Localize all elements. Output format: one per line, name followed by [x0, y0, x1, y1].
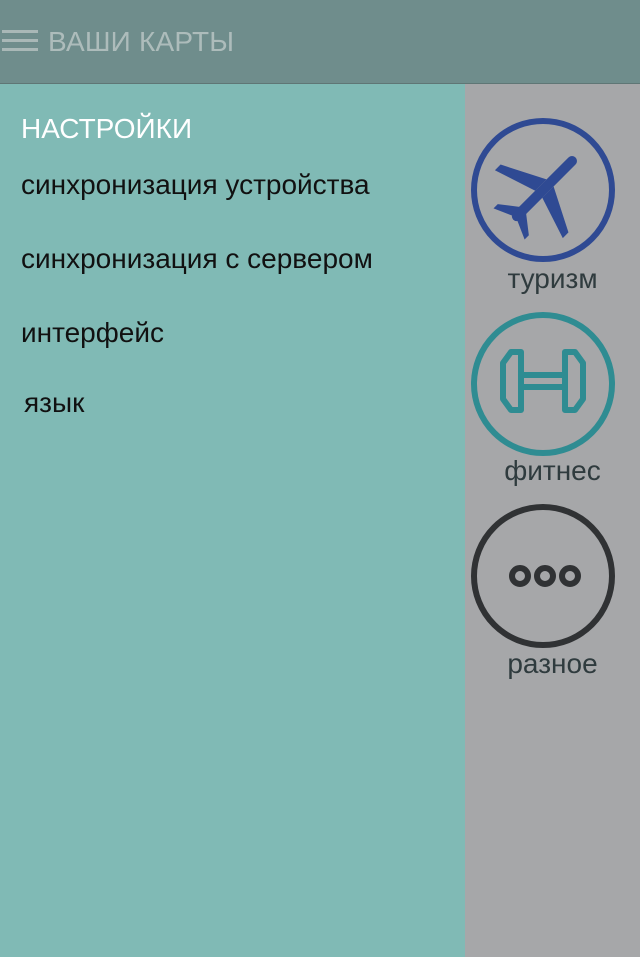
category-rail: туризм фитнес разное [465, 84, 640, 957]
app-title: ВАШИ КАРТЫ [48, 26, 235, 57]
menu-item-server-sync[interactable]: синхронизация с сервером [21, 242, 373, 276]
airplane-icon [471, 118, 615, 262]
menu-item-interface[interactable]: интерфейс [21, 316, 164, 350]
category-misc[interactable]: разное [465, 502, 640, 682]
category-fitness-label: фитнес [504, 455, 601, 486]
settings-heading: НАСТРОЙКИ [21, 113, 193, 144]
settings-menu-panel: НАСТРОЙКИ синхронизация устройства синхр… [0, 84, 465, 957]
hamburger-icon[interactable] [2, 30, 40, 54]
category-tourism-label: туризм [507, 263, 598, 294]
more-dots-icon [471, 504, 615, 648]
category-fitness[interactable]: фитнес [465, 310, 640, 490]
menu-item-device-sync[interactable]: синхронизация устройства [21, 168, 370, 202]
menu-item-language[interactable]: язык [24, 386, 84, 420]
category-misc-label: разное [507, 648, 598, 679]
category-tourism[interactable]: туризм [465, 116, 640, 296]
dumbbell-icon [471, 312, 615, 456]
top-app-bar: ВАШИ КАРТЫ [0, 0, 640, 84]
